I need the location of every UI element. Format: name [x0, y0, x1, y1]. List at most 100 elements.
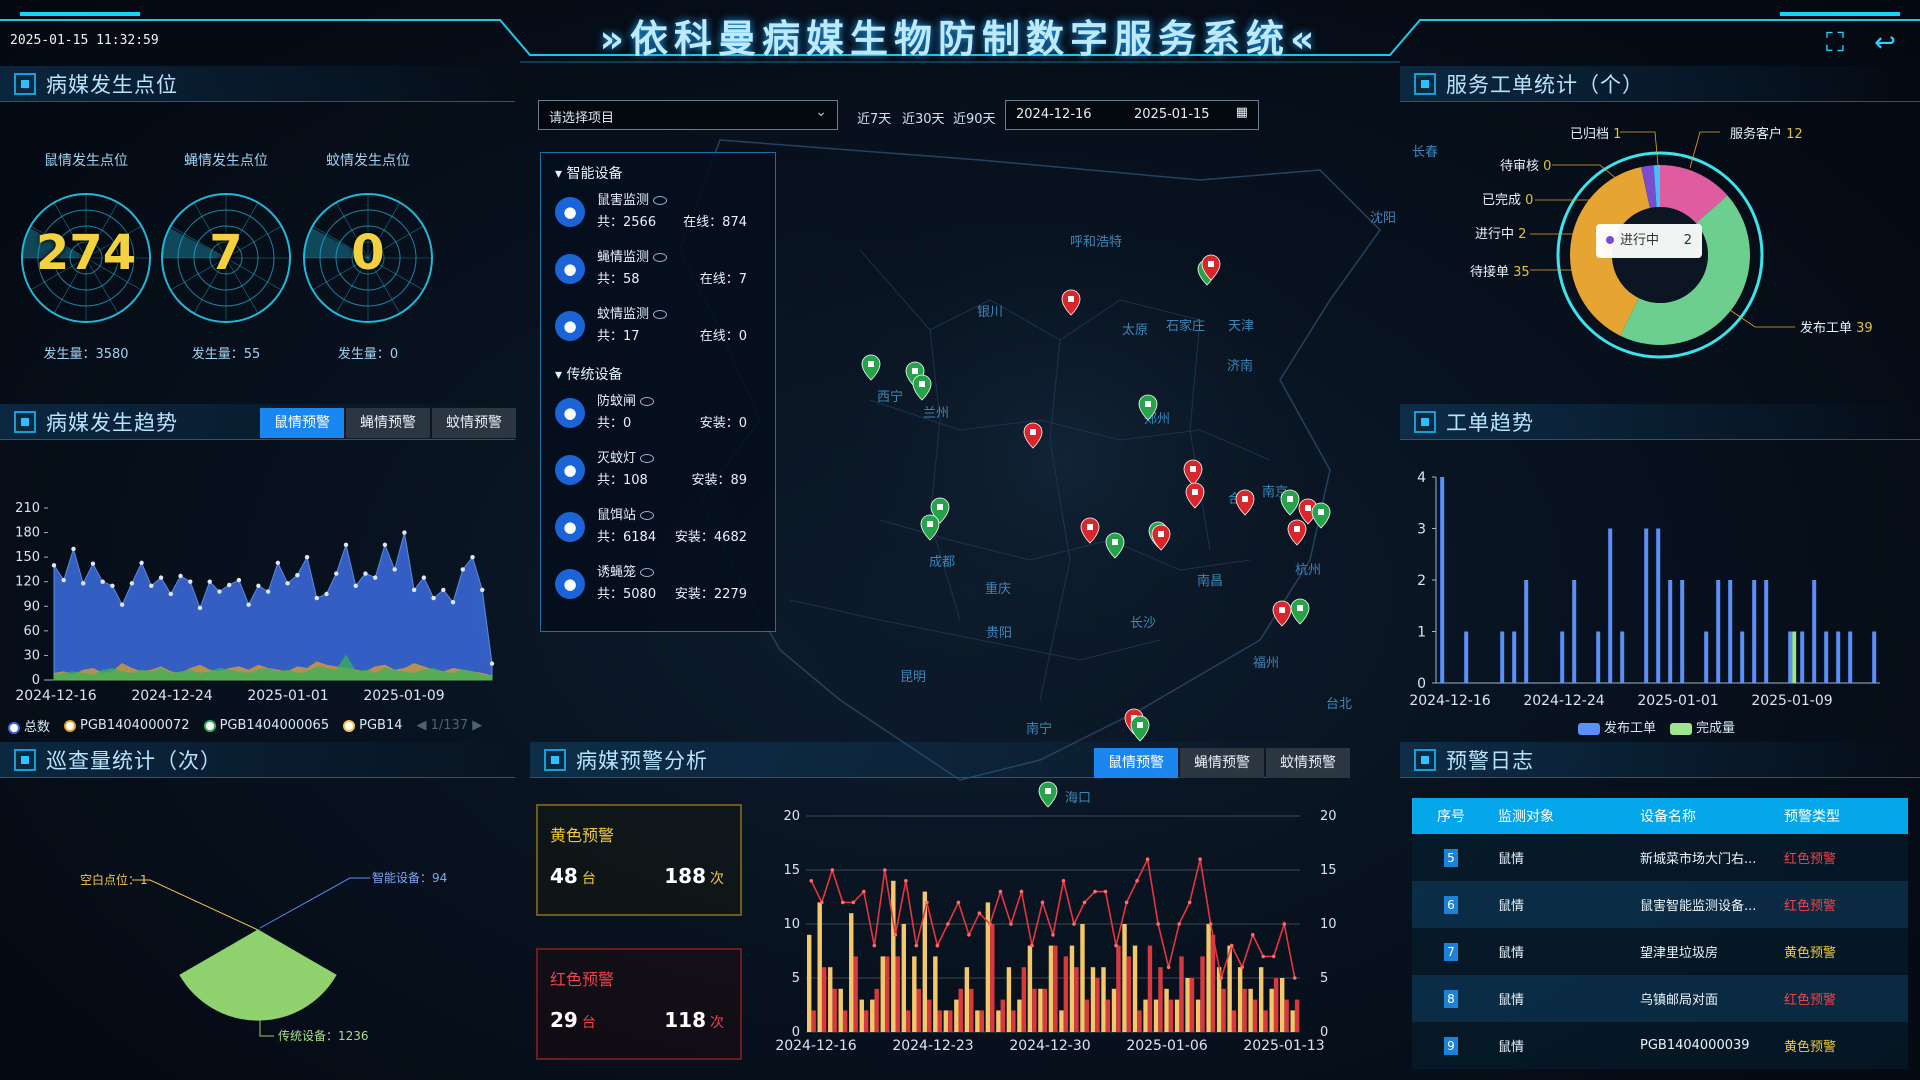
bar-yellow[interactable]	[1017, 999, 1022, 1032]
trend-point[interactable]	[1282, 922, 1287, 926]
trend-point[interactable]	[1061, 879, 1066, 883]
bar-yellow[interactable]	[1237, 967, 1243, 1032]
bar-yellow[interactable]	[954, 999, 959, 1032]
bar-red[interactable]	[1126, 956, 1132, 1032]
bar-yellow[interactable]	[1279, 978, 1285, 1032]
trend-point[interactable]	[1009, 922, 1013, 926]
bar-red[interactable]	[1116, 945, 1121, 1032]
bar-red[interactable]	[853, 956, 858, 1032]
bar-published[interactable]	[1524, 580, 1529, 683]
bar-red[interactable]	[1189, 978, 1195, 1032]
bar-published[interactable]	[1572, 580, 1577, 683]
data-point[interactable]	[489, 661, 495, 666]
trend-point[interactable]	[840, 900, 845, 905]
bar-red[interactable]	[1252, 999, 1258, 1032]
data-point[interactable]	[51, 563, 57, 568]
bar-published[interactable]	[1440, 477, 1445, 683]
bar-red[interactable]	[1105, 999, 1111, 1032]
legend-item[interactable]: 总数	[8, 716, 50, 735]
table-row[interactable]: 6 鼠情 鼠害智能监测设备... 红色预警	[1412, 881, 1908, 928]
bar-published[interactable]	[1728, 580, 1733, 683]
bar-published[interactable]	[1704, 631, 1709, 684]
bar-yellow[interactable]	[880, 956, 885, 1032]
data-point[interactable]	[460, 567, 465, 572]
table-row[interactable]: 5 鼠情 新城菜市场大门右... 红色预警	[1412, 834, 1908, 881]
bar-red[interactable]	[1074, 967, 1079, 1032]
table-row[interactable]: 9 鼠情 PGB1404000039 黄色预警	[1412, 1022, 1908, 1069]
eye-icon[interactable]	[640, 453, 655, 463]
data-point[interactable]	[188, 579, 193, 584]
data-point[interactable]	[343, 542, 349, 548]
trend-point[interactable]	[998, 889, 1003, 894]
data-point[interactable]	[450, 599, 456, 605]
bar-red[interactable]	[895, 956, 900, 1032]
data-point[interactable]	[304, 554, 310, 560]
bar-red[interactable]	[821, 967, 827, 1032]
pie-slice-traditional[interactable]	[179, 929, 337, 1021]
bar-published[interactable]	[1464, 631, 1469, 684]
trend-point[interactable]	[893, 933, 898, 937]
eye-icon[interactable]	[653, 252, 668, 262]
trend-point[interactable]	[1051, 933, 1055, 937]
bar-red[interactable]	[927, 999, 932, 1032]
bar-red[interactable]	[1147, 945, 1153, 1032]
data-point[interactable]	[441, 587, 446, 593]
bar-yellow[interactable]	[817, 902, 822, 1032]
trend-point[interactable]	[1124, 900, 1129, 905]
data-point[interactable]	[431, 595, 436, 601]
bar-yellow[interactable]	[1090, 967, 1096, 1032]
bar-red[interactable]	[1273, 978, 1279, 1032]
bar-yellow[interactable]	[1143, 999, 1148, 1032]
bar-red[interactable]	[1294, 999, 1300, 1032]
bar-red[interactable]	[1158, 967, 1163, 1032]
trend-point[interactable]	[977, 911, 982, 915]
eye-icon[interactable]	[640, 396, 655, 406]
group-smart-devices[interactable]: ▾ 智能设备	[541, 153, 775, 183]
trend-point[interactable]	[1082, 900, 1087, 905]
trend-point[interactable]	[1103, 889, 1108, 894]
bar-red[interactable]	[884, 956, 890, 1032]
bar-yellow[interactable]	[1269, 988, 1274, 1032]
bar-published[interactable]	[1596, 631, 1601, 684]
bar-red[interactable]	[1063, 956, 1069, 1032]
data-point[interactable]	[110, 583, 115, 589]
data-point[interactable]	[139, 560, 144, 566]
legend-item[interactable]: PGB1404000072	[64, 718, 190, 733]
data-point[interactable]	[256, 583, 261, 589]
bar-red[interactable]	[906, 1010, 911, 1032]
data-point[interactable]	[149, 583, 154, 589]
trend-point[interactable]	[914, 943, 919, 948]
device-row[interactable]: ● 防蚊闸 共：0 安装：0	[541, 384, 775, 441]
bar-published[interactable]	[1668, 580, 1673, 683]
bar-yellow[interactable]	[849, 913, 854, 1032]
bar-published[interactable]	[1740, 631, 1745, 684]
bar-yellow[interactable]	[859, 999, 864, 1032]
bar-published[interactable]	[1656, 528, 1661, 684]
data-point[interactable]	[275, 560, 281, 566]
bar-red[interactable]	[1200, 956, 1205, 1032]
legend-item[interactable]: 完成量	[1670, 717, 1735, 736]
trend-point[interactable]	[1072, 922, 1076, 926]
bar-yellow[interactable]	[1132, 945, 1138, 1032]
bar-yellow[interactable]	[1164, 988, 1169, 1032]
device-row[interactable]: ● 诱蝇笼 共：5080 安装：2279	[541, 555, 775, 612]
trend-point[interactable]	[1093, 889, 1097, 894]
bar-yellow[interactable]	[807, 934, 812, 1032]
bar-published[interactable]	[1620, 631, 1625, 684]
trend-point[interactable]	[1177, 922, 1181, 926]
quick-range-90d[interactable]: 近90天	[953, 108, 996, 127]
bar-yellow[interactable]	[1290, 1010, 1295, 1032]
legend-item[interactable]: PGB1404000065	[203, 718, 329, 733]
table-row[interactable]: 8 鼠情 乌镇邮局对面 红色预警	[1412, 975, 1908, 1022]
bar-published[interactable]	[1788, 631, 1793, 684]
bar-red[interactable]	[863, 1010, 869, 1032]
legend-pager[interactable]: ◀ 1/137 ▶	[416, 718, 482, 733]
tab-mosquito-warning[interactable]: 蚊情预警	[432, 408, 516, 438]
trend-point[interactable]	[956, 900, 961, 905]
bar-yellow[interactable]	[1122, 924, 1127, 1032]
table-row[interactable]: 7 鼠情 望津里垃圾房 黄色预警	[1412, 928, 1908, 975]
bar-red[interactable]	[1095, 978, 1100, 1032]
bar-red[interactable]	[1263, 1010, 1268, 1032]
data-point[interactable]	[129, 581, 135, 586]
bar-yellow[interactable]	[1174, 999, 1180, 1032]
